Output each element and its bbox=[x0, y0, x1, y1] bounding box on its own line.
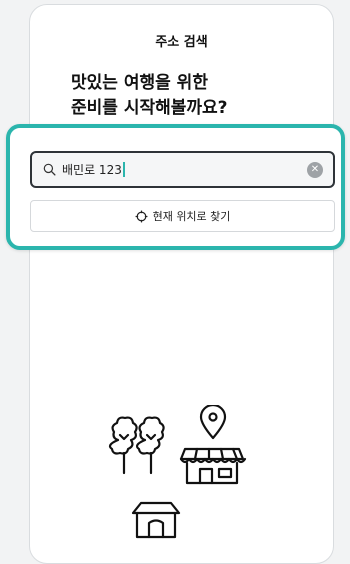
house-icon bbox=[131, 501, 181, 539]
crosshair-icon bbox=[135, 210, 148, 222]
store-icon bbox=[179, 447, 247, 485]
search-value: 배민로 123 bbox=[62, 163, 122, 177]
address-search-card: 배민로 123 ✕ 현재 위치로 찾기 bbox=[6, 124, 345, 250]
headline: 맛있는 여행을 위한 준비를 시작해볼까요? bbox=[71, 71, 228, 121]
current-location-label: 현재 위치로 찾기 bbox=[152, 210, 231, 223]
search-icon bbox=[43, 163, 56, 176]
tree-icon bbox=[135, 416, 165, 475]
address-search-input[interactable]: 배민로 123 ✕ bbox=[30, 151, 335, 188]
location-pin-icon bbox=[199, 405, 227, 440]
headline-line-1: 맛있는 여행을 위한 bbox=[71, 73, 208, 93]
current-location-button[interactable]: 현재 위치로 찾기 bbox=[30, 200, 335, 232]
headline-line-2: 준비를 시작해볼까요? bbox=[71, 98, 228, 118]
page-title: 주소 검색 bbox=[155, 35, 208, 50]
tree-icon bbox=[108, 416, 138, 475]
text-cursor bbox=[122, 162, 125, 177]
town-illustration bbox=[108, 405, 247, 539]
clear-icon[interactable]: ✕ bbox=[307, 161, 323, 178]
